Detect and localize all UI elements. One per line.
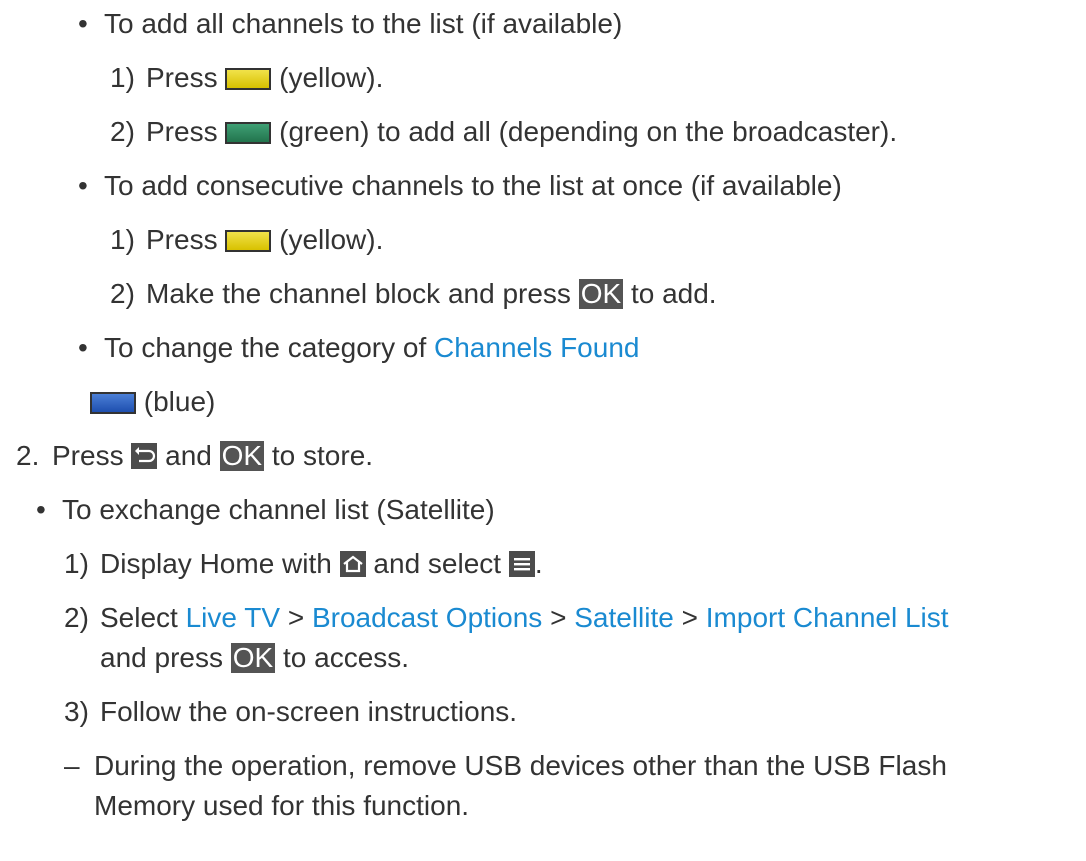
step-text: Press	[146, 116, 218, 147]
step-number: 2)	[110, 278, 135, 309]
note-text: During the operation, remove USB devices…	[94, 750, 947, 781]
step-item: 2) Make the channel block and press OK to…	[110, 276, 717, 312]
item-text: (blue)	[143, 386, 216, 417]
step-text-after: to store.	[271, 440, 374, 471]
ok-key: OK	[230, 642, 276, 673]
menu-icon	[508, 551, 535, 577]
note-text: Memory used for this function.	[94, 790, 470, 821]
step-text: Make the channel block and press	[146, 278, 571, 309]
step-text: Press	[146, 62, 218, 93]
item-text: To change the category of	[104, 332, 427, 363]
numbered-step: 2. Press and OK to store.	[16, 438, 373, 474]
step-item: 2) Select Live TV > Broadcast Options > S…	[64, 600, 949, 636]
import-channel-list-link[interactable]: Import Channel List	[706, 602, 949, 633]
step-number: 3)	[64, 696, 89, 727]
step-text-after: (yellow).	[279, 224, 384, 255]
satellite-link[interactable]: Satellite	[574, 602, 674, 633]
step-text-mid: and	[165, 440, 212, 471]
ok-key: OK	[219, 440, 265, 471]
step-number: 2)	[110, 116, 135, 147]
step-number: 2.	[16, 440, 40, 471]
yellow-button-icon	[225, 230, 272, 252]
bullet-mark: •	[78, 8, 88, 39]
step-number: 1)	[64, 548, 89, 579]
step-text-mid: and select	[373, 548, 502, 579]
broadcast-options-link[interactable]: Broadcast Options	[312, 602, 542, 633]
step-text-after: to add.	[630, 278, 717, 309]
ok-key: OK	[578, 278, 624, 309]
step-text: Follow the on-screen instructions.	[100, 696, 518, 727]
bullet-mark: •	[78, 332, 88, 363]
step-continuation: and press OK to access.	[100, 640, 409, 676]
step-text: Press	[52, 440, 124, 471]
step-text-after: (green) to add all (depending on the bro…	[279, 116, 898, 147]
step-text: Press	[146, 224, 218, 255]
step-item: 1) Press (yellow).	[110, 222, 383, 258]
path-separator: >	[287, 602, 305, 633]
step-item: 1) Display Home with and select .	[64, 546, 543, 582]
blue-button-icon	[90, 392, 136, 414]
step-text: Display Home with	[100, 548, 332, 579]
item-text: To exchange channel list (Satellite)	[62, 494, 495, 525]
step-number: 1)	[110, 224, 135, 255]
bullet-mark: •	[78, 170, 88, 201]
step-number: 1)	[110, 62, 135, 93]
path-separator: >	[681, 602, 698, 633]
home-icon	[339, 551, 366, 577]
bullet-item: • To add consecutive channels to the list…	[78, 168, 842, 204]
manual-page: • To add all channels to the list (if ava…	[0, 0, 1086, 861]
return-icon	[131, 443, 158, 469]
dash-mark: –	[64, 750, 80, 781]
note-item: – During the operation, remove USB device…	[64, 748, 947, 784]
bullet-item: • To add all channels to the list (if ava…	[78, 6, 622, 42]
yellow-button-icon	[225, 68, 272, 90]
step-text-after: to access.	[283, 642, 410, 673]
step-item: 2) Press (green) to add all (depending on…	[110, 114, 897, 150]
bullet-item: • To exchange channel list (Satellite)	[36, 492, 495, 528]
path-separator: >	[550, 602, 567, 633]
channels-found-link[interactable]: Channels Found	[434, 332, 639, 363]
bullet-mark: •	[36, 494, 46, 525]
step-text-after: (yellow).	[279, 62, 384, 93]
note-continuation: Memory used for this function.	[94, 788, 469, 824]
bullet-item: • To change the category of Channels Foun…	[78, 330, 639, 366]
item-text: To add all channels to the list (if avai…	[104, 8, 623, 39]
step-number: 2)	[64, 602, 89, 633]
blue-button-line: (blue)	[90, 384, 215, 420]
item-text: To add consecutive channels to the list …	[104, 170, 842, 201]
live-tv-link[interactable]: Live TV	[186, 602, 280, 633]
step-item: 3) Follow the on-screen instructions.	[64, 694, 517, 730]
step-text: Select	[100, 602, 178, 633]
step-text-after: .	[534, 548, 543, 579]
step-text: and press	[100, 642, 223, 673]
green-button-icon	[225, 122, 272, 144]
step-item: 1) Press (yellow).	[110, 60, 383, 96]
